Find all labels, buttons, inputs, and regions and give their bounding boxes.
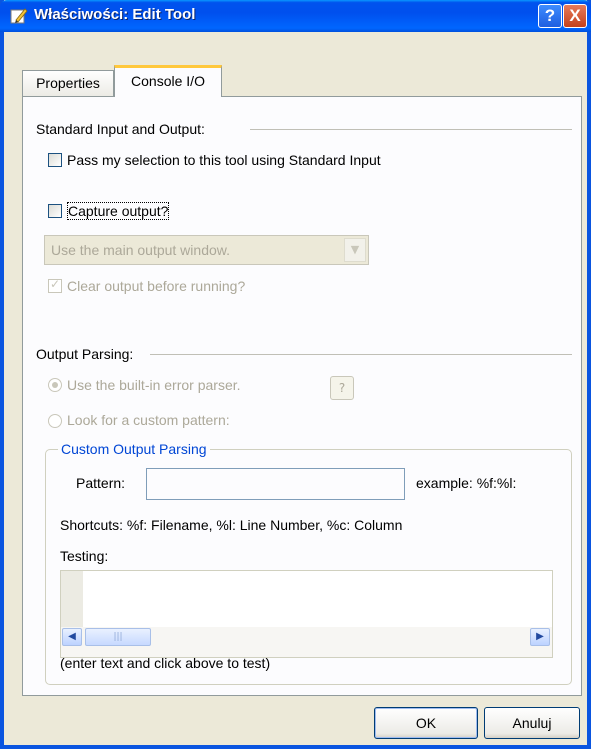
pass-selection-checkbox[interactable] [48,153,62,167]
builtin-parser-radio[interactable] [48,378,62,392]
builtin-parser-label[interactable]: Use the built-in error parser. [67,377,241,393]
pattern-label: Pattern: [76,475,126,491]
std-io-divider [250,129,572,130]
pencil-icon [10,8,28,24]
output-window-select[interactable]: Use the main output window. ▼ [44,235,369,265]
chevron-down-icon[interactable]: ▼ [344,238,366,262]
output-parsing-divider [150,354,572,355]
output-window-select-value: Use the main output window. [51,242,230,258]
window-title: Właściwości: Edit Tool [34,6,196,23]
custom-output-parsing-title: Custom Output Parsing [58,441,210,457]
checkmark-icon: ✓ [50,277,61,291]
testing-label: Testing: [60,548,109,564]
pass-selection-label[interactable]: Pass my selection to this tool using Sta… [67,152,381,168]
clear-output-checkbox[interactable]: ✓ [48,277,62,293]
pattern-example: example: %f:%l: [416,475,517,491]
parser-help-button[interactable]: ? [330,376,354,400]
title-bar[interactable]: Właściwości: Edit Tool ? X [0,0,591,32]
pattern-input[interactable] [146,468,405,500]
ok-button[interactable]: OK [374,707,478,739]
output-parsing-section-title: Output Parsing: [36,346,138,362]
custom-pattern-radio[interactable] [48,414,62,428]
cancel-button[interactable]: Anuluj [484,707,580,739]
scrollbar-thumb[interactable]: ||| [85,628,151,646]
scroll-left-icon[interactable]: ◀ [62,628,82,646]
testing-hint: (enter text and click above to test) [60,655,271,671]
scroll-right-icon[interactable]: ▶ [530,628,550,646]
custom-pattern-label[interactable]: Look for a custom pattern: [67,412,230,428]
close-button[interactable]: X [563,4,587,28]
tab-properties[interactable]: Properties [22,70,114,96]
capture-output-checkbox[interactable] [48,204,62,218]
capture-output-label[interactable]: Capture output? [66,202,170,220]
help-title-button[interactable]: ? [538,4,562,28]
testing-gutter [61,571,83,627]
tab-console-io[interactable]: Console I/O [114,65,222,97]
shortcuts-text: Shortcuts: %f: Filename, %l: Line Number… [60,517,403,533]
clear-output-label[interactable]: Clear output before running? [67,278,245,294]
std-io-section-title: Standard Input and Output: [36,121,209,137]
testing-textarea[interactable]: ◀ ||| ▶ [60,570,553,658]
horizontal-scrollbar[interactable]: ◀ ||| ▶ [61,627,552,657]
